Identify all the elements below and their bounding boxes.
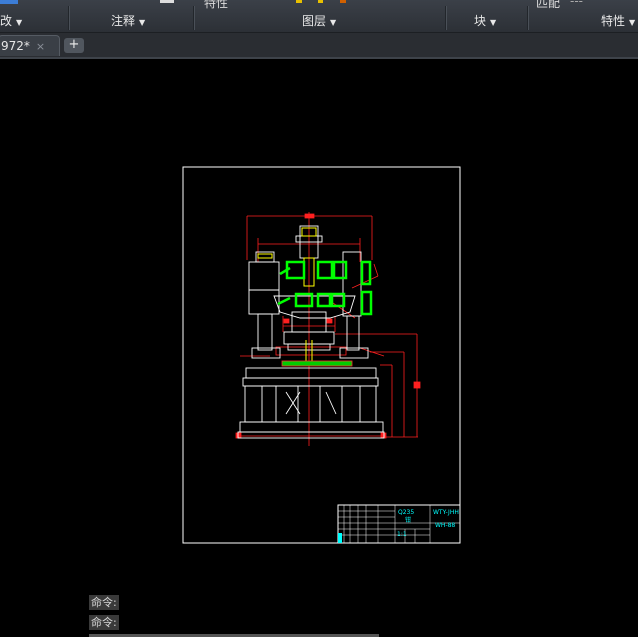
chevron-down-icon: ▼ — [16, 18, 23, 27]
panel-modify[interactable]: 改 ▼ — [0, 12, 22, 30]
title-material: Q235 — [398, 509, 414, 516]
chevron-down-icon: ▼ — [330, 18, 337, 27]
ribbon-tool-icon[interactable] — [160, 0, 174, 3]
panel-block[interactable]: 块 ▼ — [474, 12, 496, 30]
chevron-down-icon: ▼ — [629, 18, 636, 27]
title-scale: 1:1 — [397, 531, 407, 538]
layer-color-icon[interactable] — [340, 0, 346, 3]
selected-parts — [277, 260, 373, 316]
tab-drawing[interactable]: 972* × — [0, 35, 60, 56]
base-plate-highlight — [281, 360, 353, 367]
close-icon[interactable]: × — [36, 40, 45, 53]
document-tab-bar: 972* × + — [0, 33, 638, 59]
layer-light-icon[interactable] — [296, 0, 302, 3]
chevron-down-icon: ▼ — [490, 18, 497, 27]
panel-block-label: 块 — [474, 14, 487, 28]
layer-lock-icon[interactable] — [318, 0, 323, 3]
title-sheet: WH-88 — [435, 522, 455, 529]
panel-divider — [527, 6, 529, 30]
dimension-lines — [235, 212, 421, 446]
panel-layers[interactable]: 图层 ▼ — [302, 12, 336, 30]
ribbon: 特性 匹配 --- 改 ▼ 注释 ▼ 图层 ▼ 块 ▼ 特性 ▼ — [0, 0, 638, 33]
chevron-down-icon: ▼ — [139, 18, 146, 27]
cad-drawing[interactable]: Q235 钳 WTY-JHH WH-88 1:1 — [0, 59, 638, 637]
drawing-canvas[interactable]: Q235 钳 WTY-JHH WH-88 1:1 命令: 命令: — [0, 59, 638, 637]
new-tab-button[interactable]: + — [64, 38, 84, 53]
linetype-dashes: --- — [570, 0, 583, 8]
panel-divider — [68, 6, 70, 30]
tab-drawing-label: 972* — [1, 39, 30, 53]
properties-partial-label[interactable]: 特性 — [204, 0, 228, 11]
command-history-line: 命令: — [89, 595, 119, 610]
match-partial-label[interactable]: 匹配 — [536, 0, 560, 11]
panel-divider — [445, 6, 447, 30]
title-part: 钳 — [405, 516, 411, 524]
panel-divider — [193, 6, 195, 30]
command-history-line: 命令: — [89, 615, 119, 630]
ribbon-app-icon[interactable] — [0, 0, 18, 4]
panel-annotation[interactable]: 注释 ▼ — [111, 12, 145, 30]
title-drawing-no: WTY-JHH — [433, 509, 459, 516]
panel-annotation-label: 注释 — [111, 14, 136, 28]
title-block: Q235 钳 WTY-JHH WH-88 1:1 — [337, 504, 461, 544]
panel-properties[interactable]: 特性 ▼ — [601, 12, 635, 30]
panel-properties-label: 特性 — [601, 14, 626, 28]
panel-layers-label: 图层 — [302, 14, 327, 28]
panel-modify-label: 改 — [0, 14, 13, 28]
